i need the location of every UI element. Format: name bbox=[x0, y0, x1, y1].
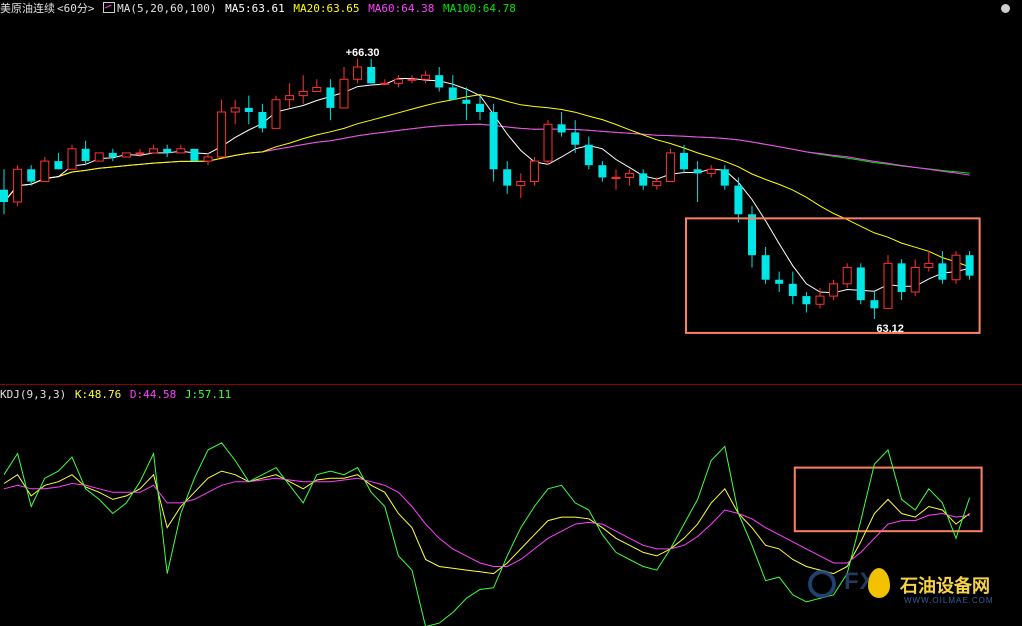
candle-body bbox=[897, 263, 906, 292]
candle-body bbox=[829, 283, 839, 297]
candle-body bbox=[598, 165, 607, 178]
ma5-line bbox=[3, 78, 970, 294]
candle-body bbox=[965, 255, 974, 276]
candle-body bbox=[135, 152, 145, 155]
candle-body bbox=[163, 148, 172, 153]
time-axis bbox=[0, 618, 1022, 626]
candle-body bbox=[271, 99, 281, 129]
price-panel-header: 美原油连续 <60分> MA(5,20,60,100) MA5:63.61 MA2… bbox=[0, 0, 518, 18]
candle-body bbox=[734, 185, 743, 215]
candle-body bbox=[190, 148, 199, 162]
candle-body bbox=[217, 111, 227, 158]
candle-body bbox=[326, 87, 335, 108]
ma20-value: MA20:63.65 bbox=[293, 2, 360, 15]
symbol-label[interactable]: 美原油连续 bbox=[0, 2, 55, 15]
kdj-d-line bbox=[3, 477, 970, 567]
candle-body bbox=[706, 168, 716, 174]
candle-body bbox=[380, 82, 390, 85]
kdj-params[interactable]: KDJ(9,3,3) bbox=[0, 388, 66, 401]
candle-body bbox=[503, 169, 512, 186]
kdj-d-value: D:44.58 bbox=[129, 388, 177, 401]
candle-body bbox=[121, 152, 131, 158]
panel-divider bbox=[0, 384, 1022, 385]
candle-body bbox=[748, 214, 756, 256]
oil-drop-icon bbox=[868, 568, 890, 598]
ma20-line bbox=[3, 94, 970, 268]
candle-body bbox=[870, 300, 879, 309]
candle-body bbox=[176, 148, 186, 154]
candle-body bbox=[40, 160, 50, 183]
ma-params: MA(5,20,60,100) bbox=[117, 2, 217, 15]
site-watermark-logo: FX 石油设备网 WWW.OILMAE.COM bbox=[808, 566, 1018, 610]
candle-body bbox=[448, 87, 457, 100]
kdj-j-value: J:57.11 bbox=[184, 388, 232, 401]
candle-body bbox=[462, 99, 471, 104]
candle-body bbox=[516, 181, 526, 187]
candle-body bbox=[951, 254, 961, 281]
chart-canvas: +66.3063.12 bbox=[0, 47, 983, 626]
candle-body bbox=[720, 169, 729, 186]
candle-body bbox=[489, 112, 498, 170]
candle-body bbox=[203, 156, 213, 162]
candle-body bbox=[924, 262, 934, 268]
candle-body bbox=[421, 74, 431, 80]
candle-body bbox=[775, 279, 784, 284]
candle-body bbox=[312, 86, 322, 93]
candle-body bbox=[938, 263, 947, 280]
candle-body bbox=[680, 152, 688, 170]
candle-body bbox=[883, 262, 893, 309]
candle-body bbox=[367, 67, 376, 84]
ma5-value: MA5:63.61 bbox=[225, 2, 285, 15]
candle-body bbox=[258, 112, 267, 129]
candle-body bbox=[652, 181, 662, 187]
candle-body bbox=[693, 169, 702, 174]
candle-body bbox=[54, 161, 63, 170]
period-label[interactable]: <60分> bbox=[57, 2, 95, 15]
candle-body bbox=[285, 95, 295, 101]
candle-body bbox=[557, 124, 566, 133]
candle-body bbox=[802, 296, 811, 305]
kdj-k-value: K:48.76 bbox=[74, 388, 122, 401]
panel-toggle-dot-icon[interactable] bbox=[1001, 4, 1010, 13]
watermark-cn-text-icon: 石油设备网 bbox=[900, 576, 990, 597]
candle-body bbox=[108, 152, 117, 157]
candle-body bbox=[625, 172, 635, 178]
candle-body bbox=[571, 132, 580, 145]
candle-body bbox=[476, 103, 484, 112]
candle-body bbox=[0, 189, 8, 202]
candle-body bbox=[910, 266, 920, 293]
ma-indicator-icon[interactable] bbox=[103, 2, 116, 13]
candle-body bbox=[149, 148, 159, 154]
candle-body bbox=[393, 78, 403, 84]
candle-body bbox=[298, 91, 308, 97]
candle-body bbox=[27, 169, 36, 182]
candle-body bbox=[435, 75, 444, 88]
ma60-value: MA60:64.38 bbox=[368, 2, 435, 15]
candle-body bbox=[584, 144, 593, 166]
candle-body bbox=[67, 148, 77, 170]
candle-body bbox=[788, 283, 797, 297]
candle-body bbox=[815, 295, 825, 305]
candle-body bbox=[611, 176, 621, 179]
candle-body bbox=[339, 78, 349, 109]
candle-body bbox=[842, 266, 852, 285]
candle-body bbox=[13, 168, 23, 203]
watermark-ring-icon bbox=[808, 570, 836, 598]
candle-body bbox=[244, 107, 253, 112]
watermark-url-icon: WWW.OILMAE.COM bbox=[904, 596, 994, 605]
candle-body bbox=[639, 173, 648, 186]
candle-body bbox=[94, 152, 104, 162]
candle-body bbox=[543, 123, 553, 162]
candle-body bbox=[529, 160, 539, 183]
kdj-panel-header: KDJ(9,3,3) K:48.76 D:44.58 J:57.11 bbox=[0, 386, 233, 404]
candle-body bbox=[761, 255, 770, 280]
candle-body bbox=[665, 152, 675, 183]
candle-body bbox=[856, 267, 865, 301]
ma100-value: MA100:64.78 bbox=[443, 2, 516, 15]
max-price-label: +66.30 bbox=[346, 47, 380, 59]
candle-body bbox=[230, 107, 240, 113]
candle-body bbox=[81, 148, 90, 162]
candle-body bbox=[353, 66, 363, 80]
candle-body bbox=[407, 78, 417, 81]
